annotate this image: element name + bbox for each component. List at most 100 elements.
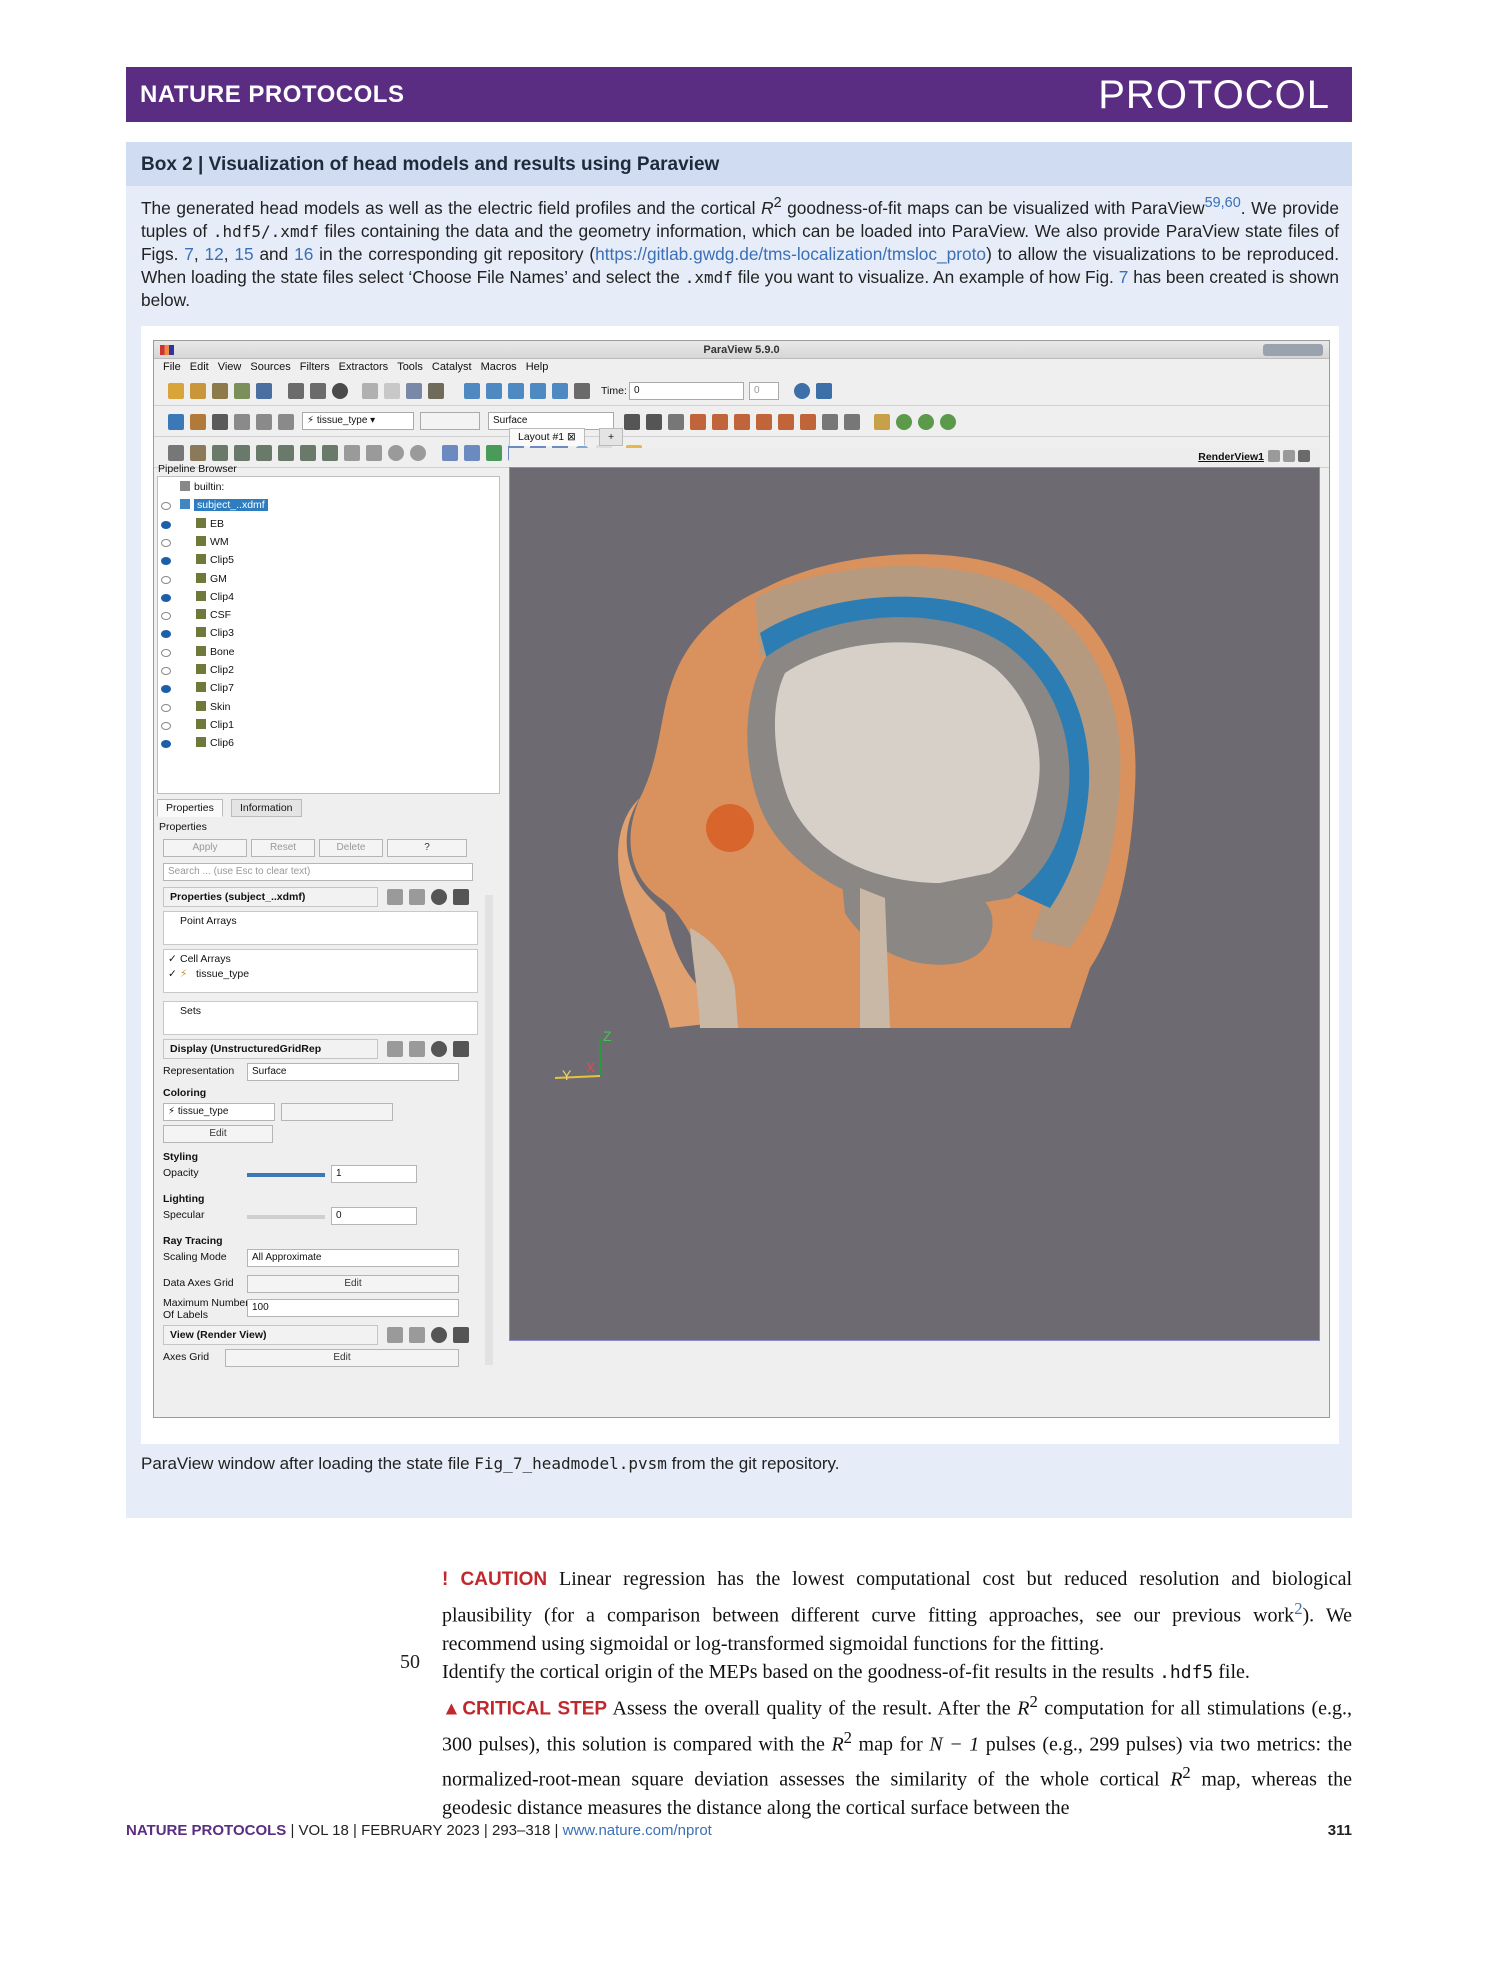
visibility-eye-icon[interactable] bbox=[161, 740, 171, 749]
tissue-type-checkbox[interactable]: ✓ bbox=[168, 968, 177, 980]
find-icon[interactable] bbox=[410, 445, 426, 461]
menu-filters[interactable]: Filters bbox=[300, 361, 330, 373]
pipeline-item[interactable]: Clip2 bbox=[161, 664, 234, 680]
color-array-combo[interactable]: ⚡ tissue_type ▾ bbox=[302, 412, 414, 430]
opacity-slider[interactable] bbox=[247, 1173, 325, 1177]
save-icon[interactable] bbox=[453, 1041, 469, 1057]
reference-link[interactable]: 59,60 bbox=[1205, 195, 1241, 211]
point-arrays-group[interactable]: Point Arrays bbox=[163, 911, 478, 945]
component-combo[interactable] bbox=[420, 412, 480, 430]
previous-frame-icon[interactable] bbox=[486, 383, 502, 399]
data-axes-grid-edit-button[interactable]: Edit bbox=[247, 1275, 459, 1293]
visibility-eye-icon[interactable] bbox=[161, 575, 171, 584]
rescale-temporal-icon[interactable] bbox=[278, 414, 294, 430]
menu-edit[interactable]: Edit bbox=[190, 361, 209, 373]
glyph-icon[interactable] bbox=[300, 445, 316, 461]
paste-icon[interactable] bbox=[409, 1327, 425, 1343]
layout-tab[interactable]: Layout #1 ⊠ bbox=[509, 428, 585, 446]
menu-macros[interactable]: Macros bbox=[481, 361, 517, 373]
macro-icon[interactable] bbox=[288, 383, 304, 399]
maximize-icon[interactable] bbox=[1298, 450, 1310, 462]
delete-button[interactable]: Delete bbox=[319, 839, 383, 857]
settings-icon[interactable] bbox=[428, 383, 444, 399]
pipeline-item[interactable]: Clip7 bbox=[161, 682, 234, 698]
section-view[interactable]: View (Render View) bbox=[163, 1325, 378, 1345]
visibility-eye-icon[interactable] bbox=[161, 520, 171, 529]
coloring-component-select[interactable] bbox=[281, 1103, 393, 1121]
menu-sources[interactable]: Sources bbox=[250, 361, 290, 373]
connect-icon[interactable] bbox=[234, 383, 250, 399]
warp-icon[interactable] bbox=[344, 445, 360, 461]
disconnect-icon[interactable] bbox=[256, 383, 272, 399]
section-display[interactable]: Display (UnstructuredGridRep bbox=[163, 1039, 378, 1059]
opacity-value[interactable]: 1 bbox=[331, 1165, 417, 1183]
axes-grid-checkbox[interactable]: Axes Grid bbox=[163, 1351, 209, 1363]
figure-link[interactable]: 15 bbox=[234, 244, 253, 264]
menu-view[interactable]: View bbox=[218, 361, 242, 373]
pipeline-item[interactable]: Bone bbox=[161, 645, 235, 662]
threshold-icon[interactable] bbox=[256, 445, 272, 461]
sets-group[interactable]: Sets bbox=[163, 1001, 478, 1035]
window-controls[interactable] bbox=[1263, 344, 1323, 356]
slice-icon[interactable] bbox=[234, 445, 250, 461]
copy-icon[interactable] bbox=[387, 1327, 403, 1343]
save-icon[interactable] bbox=[453, 1327, 469, 1343]
stream-tracer-icon[interactable] bbox=[322, 445, 338, 461]
visibility-eye-icon[interactable] bbox=[161, 685, 171, 694]
loop-icon[interactable] bbox=[574, 383, 590, 399]
last-frame-icon[interactable] bbox=[552, 383, 568, 399]
reset-session-icon[interactable] bbox=[332, 383, 348, 399]
contour-icon[interactable] bbox=[190, 445, 206, 461]
plot-icon[interactable] bbox=[464, 445, 480, 461]
specular-value[interactable]: 0 bbox=[331, 1207, 417, 1225]
color-map-icon[interactable] bbox=[168, 414, 184, 430]
visibility-eye-icon[interactable] bbox=[161, 630, 171, 639]
apply-button[interactable]: Apply bbox=[163, 839, 247, 857]
camera-undo-icon[interactable] bbox=[406, 383, 422, 399]
pipeline-item[interactable]: CSF bbox=[161, 609, 231, 625]
histogram-icon[interactable] bbox=[486, 445, 502, 461]
reload-icon[interactable] bbox=[431, 889, 447, 905]
macro-icon[interactable] bbox=[310, 383, 326, 399]
max-labels-field[interactable]: 100 bbox=[247, 1299, 459, 1317]
visibility-eye-icon[interactable] bbox=[161, 721, 171, 730]
pipeline-item[interactable]: Clip4 bbox=[161, 590, 234, 607]
visibility-eye-icon[interactable] bbox=[161, 538, 171, 547]
visibility-eye-icon[interactable] bbox=[161, 667, 171, 675]
menu-tools[interactable]: Tools bbox=[397, 361, 423, 373]
group-icon[interactable] bbox=[366, 445, 382, 461]
rescale-visible-icon[interactable] bbox=[256, 414, 272, 430]
find-data-icon[interactable] bbox=[816, 383, 832, 399]
reload-icon[interactable] bbox=[431, 1327, 447, 1343]
add-layout-tab[interactable]: + bbox=[599, 428, 624, 446]
footer-url[interactable]: www.nature.com/nprot bbox=[563, 1822, 712, 1839]
rescale-custom-icon[interactable] bbox=[234, 414, 250, 430]
undo-icon[interactable] bbox=[362, 383, 378, 399]
pipeline-item[interactable]: subject_..xdmf bbox=[161, 499, 268, 515]
pipeline-item[interactable]: Skin bbox=[161, 700, 230, 717]
visibility-eye-icon[interactable] bbox=[161, 593, 171, 602]
scaling-mode-select[interactable]: All Approximate bbox=[247, 1249, 459, 1267]
menu-extractors[interactable]: Extractors bbox=[339, 361, 389, 373]
pipeline-item[interactable]: Clip3 bbox=[161, 627, 234, 643]
save-icon[interactable] bbox=[453, 889, 469, 905]
save-data-icon[interactable] bbox=[212, 383, 228, 399]
coloring-select[interactable]: ⚡ tissue_type bbox=[163, 1103, 275, 1121]
pipeline-item[interactable]: Clip5 bbox=[161, 554, 234, 570]
copy-icon[interactable] bbox=[387, 889, 403, 905]
git-repository-link[interactable]: https://gitlab.gwdg.de/tms-localization/… bbox=[595, 244, 986, 264]
menu-file[interactable]: File bbox=[163, 361, 181, 373]
visibility-eye-icon[interactable] bbox=[161, 703, 171, 712]
reload-icon[interactable] bbox=[431, 1041, 447, 1057]
open-icon[interactable] bbox=[168, 383, 184, 399]
cell-arrays-checkbox[interactable]: ✓ bbox=[168, 953, 177, 965]
zoom-icon[interactable] bbox=[794, 383, 810, 399]
paste-icon[interactable] bbox=[409, 1041, 425, 1057]
plot-over-line-icon[interactable] bbox=[442, 445, 458, 461]
rescale-icon[interactable] bbox=[212, 414, 228, 430]
visibility-eye-icon[interactable] bbox=[161, 502, 171, 511]
split-horizontal-icon[interactable] bbox=[1268, 450, 1280, 462]
axes-grid-edit-button[interactable]: Edit bbox=[225, 1349, 459, 1367]
pipeline-item[interactable]: EB bbox=[161, 517, 224, 534]
scalar-bar-icon[interactable] bbox=[190, 414, 206, 430]
